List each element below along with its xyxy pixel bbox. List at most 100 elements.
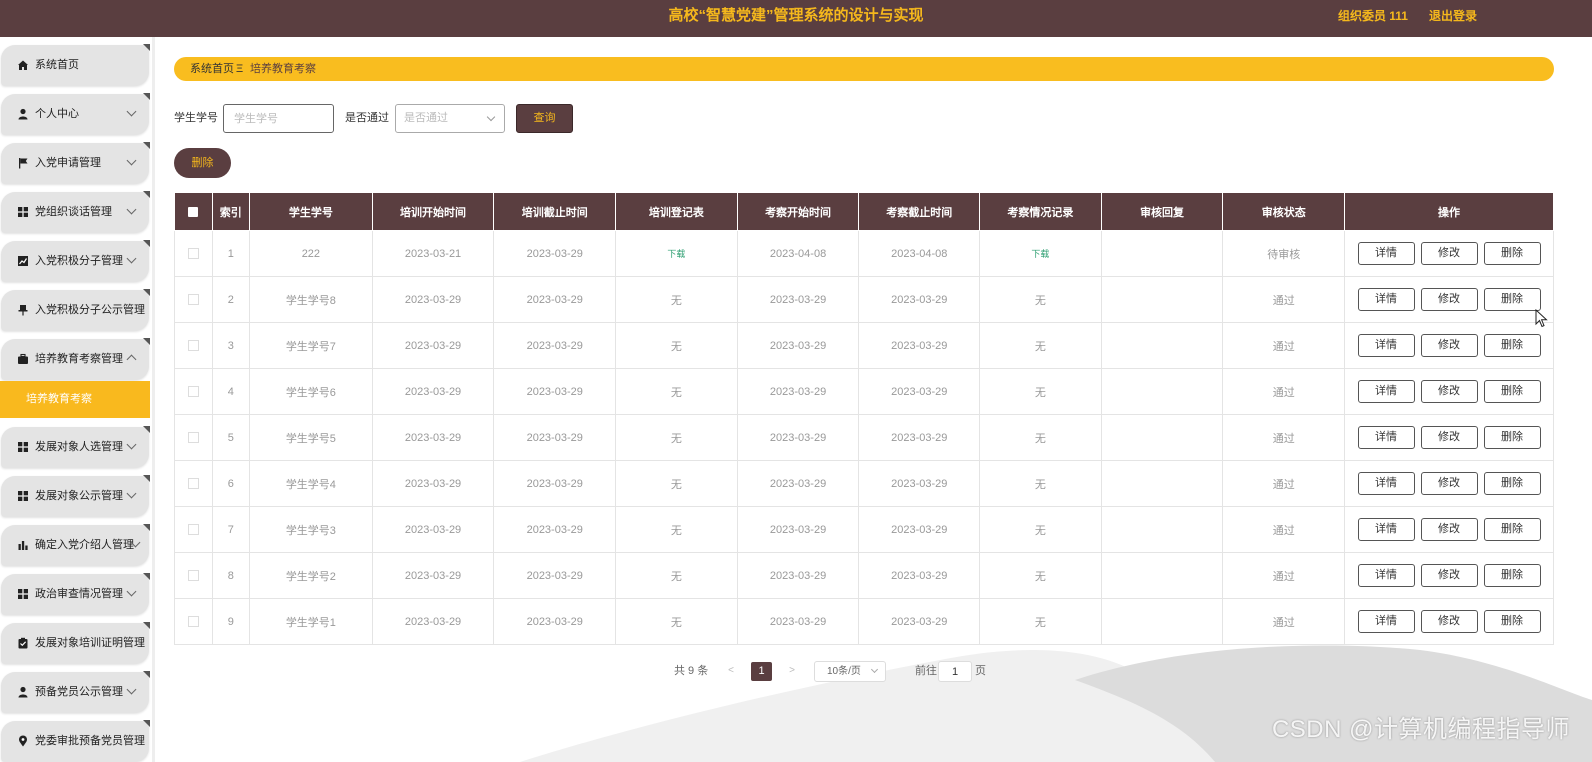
download-link[interactable]: 下载 [1031, 249, 1049, 259]
delete-button[interactable]: 删除 [1483, 518, 1541, 541]
detail-button[interactable]: 详情 [1357, 518, 1415, 541]
row-select-cell[interactable] [174, 414, 213, 461]
row-select-cell[interactable] [174, 506, 213, 553]
corner-decoration [143, 191, 150, 198]
edit-button[interactable]: 修改 [1420, 242, 1478, 265]
row-checkbox[interactable] [187, 386, 199, 398]
sidebar-item-political-review[interactable]: 政治审查情况管理 [1, 573, 150, 615]
row-index-cell: 5 [211, 414, 251, 461]
row-actions-cell: 详情 修改 删除 [1344, 552, 1554, 599]
sidebar-item-home[interactable]: 系统首页 [1, 44, 150, 86]
page-size-select[interactable]: 10条/页 [814, 661, 886, 682]
chevron-down-icon [126, 488, 137, 499]
chevron-down-icon [126, 155, 137, 166]
delete-button[interactable]: 删除 [1483, 334, 1541, 357]
row-select-cell[interactable] [174, 230, 213, 277]
sidebar-item-committee-approval[interactable]: 党委审批预备党员管理 [1, 720, 150, 762]
query-button[interactable]: 查询 [516, 104, 573, 133]
detail-button[interactable]: 详情 [1357, 610, 1415, 633]
goto-page-input[interactable] [938, 661, 972, 682]
logout-link[interactable]: 退出登录 [1429, 0, 1477, 32]
corner-decoration [143, 44, 150, 51]
row-checkbox[interactable] [187, 294, 199, 306]
edit-button[interactable]: 修改 [1420, 518, 1478, 541]
select-all-cell[interactable] [174, 192, 213, 231]
detail-button[interactable]: 详情 [1357, 242, 1415, 265]
row-checkbox[interactable] [187, 570, 199, 582]
pagination-current-page[interactable]: 1 [751, 662, 772, 681]
sidebar-item-personal-center[interactable]: 个人中心 [1, 93, 150, 135]
delete-button[interactable]: 删除 [1483, 288, 1541, 311]
corner-decoration [143, 289, 150, 296]
edit-button[interactable]: 修改 [1420, 380, 1478, 403]
sidebar-item-party-talk[interactable]: 党组织谈话管理 [1, 191, 150, 233]
edit-button[interactable]: 修改 [1420, 564, 1478, 587]
review-reply-cell [1100, 552, 1224, 599]
sidebar-item-training-review[interactable]: 培养教育考察管理 [1, 338, 150, 380]
row-select-cell[interactable] [174, 460, 213, 507]
detail-button[interactable]: 详情 [1357, 472, 1415, 495]
review-status: 通过 [1272, 386, 1295, 399]
pagination-next-button[interactable]: > [783, 662, 801, 680]
pass-status-select[interactable]: 是否通过 [395, 104, 505, 133]
row-index: 7 [227, 523, 234, 536]
corner-decoration [143, 142, 150, 149]
edit-button[interactable]: 修改 [1420, 288, 1478, 311]
sidebar-item-activists[interactable]: 入党积极分子管理 [1, 240, 150, 282]
delete-button[interactable]: 删除 [1483, 472, 1541, 495]
sidebar-item-training-certificate[interactable]: 发展对象培训证明管理 [1, 622, 150, 664]
sidebar-item-probationary-notice[interactable]: 预备党员公示管理 [1, 671, 150, 713]
download-link[interactable]: 下载 [667, 249, 685, 259]
sidebar-item-introducer[interactable]: 确定入党介绍人管理 [1, 524, 150, 566]
row-select-cell[interactable] [174, 552, 213, 599]
edit-button[interactable]: 修改 [1420, 334, 1478, 357]
table-body: 1 222 2023-03-21 2023-03-29 下载 2023-04-08 2023… [174, 230, 1554, 645]
batch-delete-button[interactable]: 删除 [174, 148, 231, 178]
detail-button[interactable]: 详情 [1357, 426, 1415, 449]
row-select-cell[interactable] [174, 598, 213, 645]
sidebar-item-activists-notice[interactable]: 入党积极分子公示管理 [1, 289, 150, 331]
breadcrumb-home[interactable]: 系统首页 [190, 57, 234, 81]
row-select-cell[interactable] [174, 276, 213, 323]
row-checkbox[interactable] [187, 524, 199, 536]
delete-button[interactable]: 删除 [1483, 380, 1541, 403]
student-id: 学生学号5 [285, 432, 336, 445]
detail-button[interactable]: 详情 [1357, 334, 1415, 357]
column-header: 审核回复 [1100, 192, 1224, 231]
detail-button[interactable]: 详情 [1357, 564, 1415, 587]
delete-button[interactable]: 删除 [1483, 564, 1541, 587]
row-checkbox[interactable] [187, 340, 199, 352]
delete-button[interactable]: 删除 [1483, 610, 1541, 633]
row-checkbox[interactable] [187, 616, 199, 628]
pagination-prev-button[interactable]: < [722, 662, 740, 680]
flag-icon [17, 157, 29, 169]
sidebar-item-dev-notice[interactable]: 发展对象公示管理 [1, 475, 150, 517]
row-checkbox[interactable] [187, 478, 199, 490]
edit-button[interactable]: 修改 [1420, 472, 1478, 495]
column-header: 考察情况记录 [979, 192, 1102, 231]
row-checkbox[interactable] [187, 432, 199, 444]
detail-button[interactable]: 详情 [1357, 380, 1415, 403]
student-id: 学生学号8 [285, 294, 336, 307]
select-all-checkbox[interactable] [188, 206, 199, 217]
corner-decoration [143, 671, 150, 678]
sidebar-item-dev-candidates[interactable]: 发展对象人选管理 [1, 426, 150, 468]
sidebar-subitem-training-review[interactable]: 培养教育考察 [0, 381, 150, 418]
sidebar-item-party-application[interactable]: 入党申请管理 [1, 142, 150, 184]
review-record: 无 [1034, 524, 1046, 537]
delete-button[interactable]: 删除 [1483, 242, 1541, 265]
row-select-cell[interactable] [174, 368, 213, 415]
sidebar-item-label: 确定入党介绍人管理 [35, 539, 134, 551]
training-form-cell: 无 [615, 598, 738, 645]
column-header: 考察开始时间 [736, 192, 860, 231]
edit-button[interactable]: 修改 [1420, 426, 1478, 449]
corner-decoration [143, 475, 150, 482]
edit-button[interactable]: 修改 [1420, 610, 1478, 633]
student-id-input[interactable] [223, 104, 334, 133]
detail-button[interactable]: 详情 [1357, 288, 1415, 311]
training-end-cell: 2023-03-29 [493, 230, 617, 277]
row-checkbox[interactable] [187, 248, 199, 260]
row-select-cell[interactable] [174, 322, 213, 369]
review-start: 2023-04-08 [769, 247, 827, 260]
delete-button[interactable]: 删除 [1483, 426, 1541, 449]
